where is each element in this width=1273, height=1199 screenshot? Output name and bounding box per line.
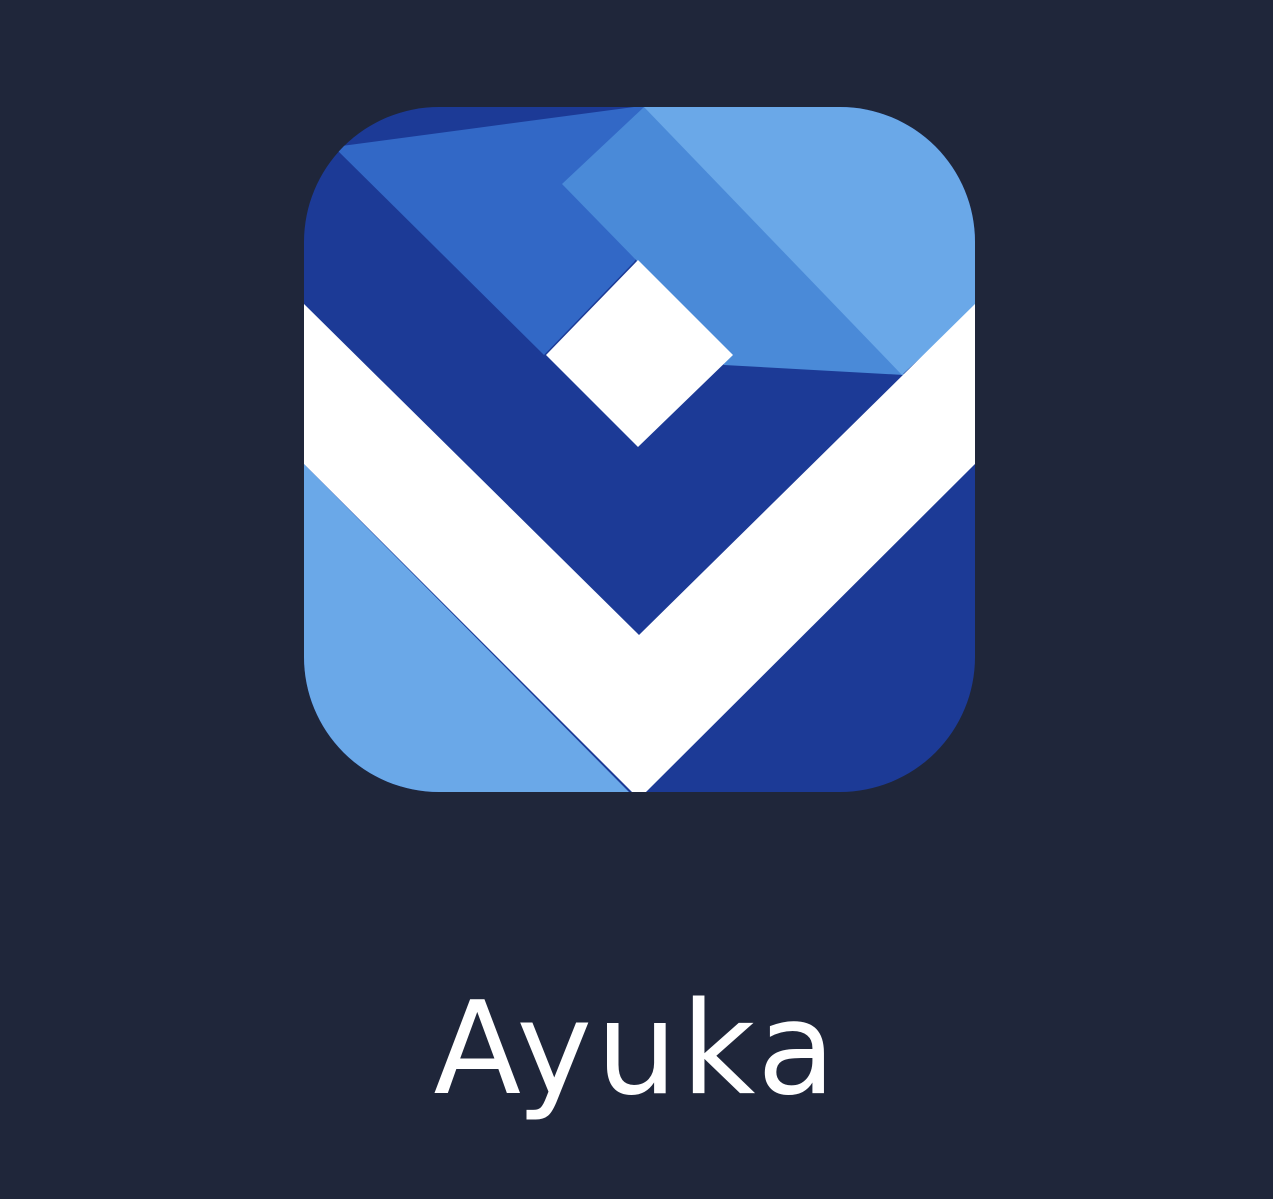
app-icon-ayuka[interactable]	[304, 107, 975, 792]
app-name-label[interactable]: Ayuka	[0, 975, 1273, 1125]
home-screen: Ayuka	[0, 0, 1273, 1199]
ayuka-logo-icon	[304, 107, 975, 792]
